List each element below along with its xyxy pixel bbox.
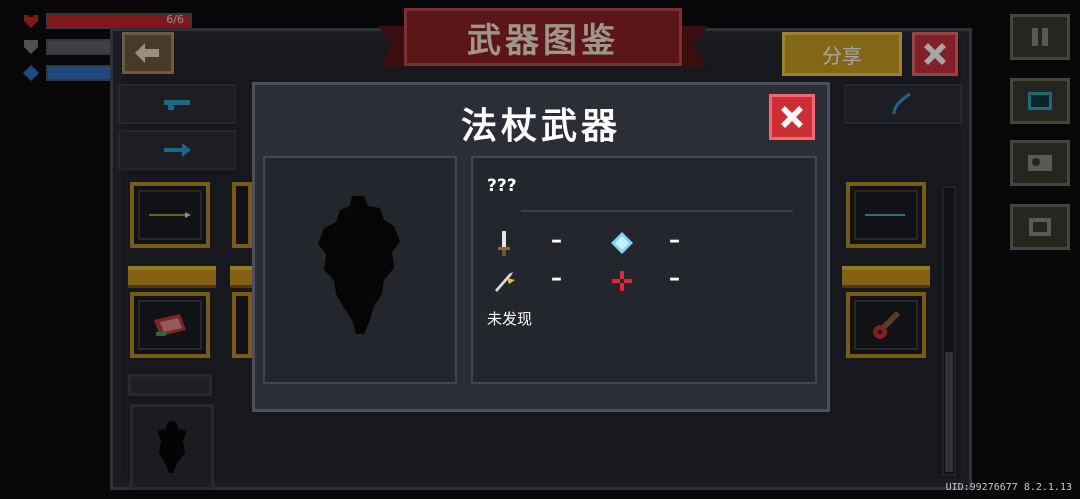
divider xyxy=(521,210,793,212)
energy-cost-value: – xyxy=(669,228,680,253)
close-modal-button[interactable] xyxy=(769,94,815,140)
sword-icon xyxy=(491,230,517,256)
accuracy-stat xyxy=(609,268,635,294)
red-crosshair-icon xyxy=(609,268,635,294)
damage-value: – xyxy=(551,228,562,253)
weapon-info-panel: ??? – – – – 未发现 xyxy=(471,156,817,384)
uid-label: UID:99276677 8.2.1.13 xyxy=(945,482,1072,493)
damage-stat xyxy=(491,230,517,256)
unknown-weapon-silhouette-icon xyxy=(318,196,400,334)
modal-title: 法杖武器 xyxy=(460,106,621,147)
weapon-name: ??? xyxy=(487,176,517,196)
crit-stat xyxy=(491,268,517,294)
crit-value: – xyxy=(551,266,562,291)
blue-gem-icon xyxy=(609,230,635,256)
winged-dagger-icon xyxy=(491,268,517,294)
energy-cost-stat xyxy=(609,230,635,256)
discovery-status: 未发现 xyxy=(487,310,533,328)
weapon-preview xyxy=(263,156,457,384)
accuracy-value: – xyxy=(669,266,680,291)
close-icon xyxy=(781,106,803,128)
